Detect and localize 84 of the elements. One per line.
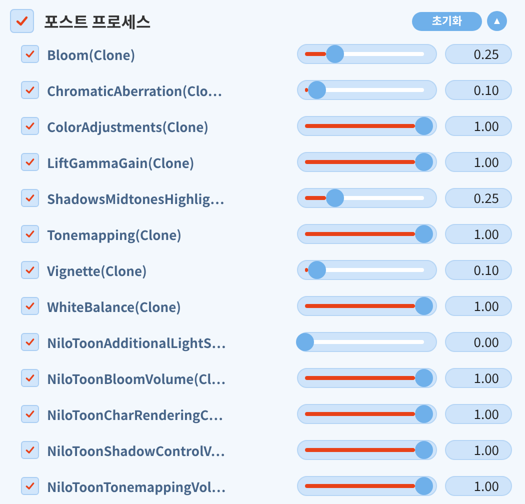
effect-slider[interactable]: [297, 80, 437, 100]
effect-checkbox[interactable]: [21, 477, 39, 495]
section-checkbox[interactable]: [10, 9, 34, 33]
value-field[interactable]: 0.10: [445, 260, 512, 280]
slider-thumb[interactable]: [415, 153, 433, 171]
effect-checkbox[interactable]: [21, 153, 39, 171]
slider-fill: [305, 268, 308, 272]
effect-slider[interactable]: [297, 152, 437, 172]
slider-thumb[interactable]: [415, 369, 433, 387]
effect-slider[interactable]: [297, 440, 437, 460]
effect-name: NiloToonCharRenderingC…: [47, 404, 224, 424]
effect-name: Vignette(Clone): [47, 260, 148, 280]
slider-thumb[interactable]: [415, 225, 433, 243]
effect-name: NiloToonTonemappingVol…: [47, 476, 227, 496]
effect-name: LiftGammaGain(Clone): [47, 152, 196, 172]
checkmark-icon: [24, 408, 36, 420]
slider-thumb[interactable]: [415, 117, 433, 135]
effect-checkbox[interactable]: [21, 225, 39, 243]
value-field[interactable]: 1.00: [445, 116, 512, 136]
effect-checkbox[interactable]: [21, 189, 39, 207]
slider-fill: [305, 196, 326, 200]
checkmark-icon: [24, 192, 36, 204]
effect-name: WhiteBalance(Clone): [47, 296, 182, 316]
effect-name: ColorAdjustments(Clone): [47, 116, 210, 136]
effect-slider[interactable]: [297, 224, 437, 244]
checkmark-icon: [24, 48, 36, 60]
effect-checkbox[interactable]: [21, 117, 39, 135]
slider-thumb[interactable]: [308, 261, 326, 279]
effect-name: ChromaticAberration(Clo…: [47, 80, 224, 100]
effect-slider[interactable]: [297, 332, 437, 352]
slider-thumb[interactable]: [415, 297, 433, 315]
value-field[interactable]: 0.00: [445, 332, 512, 352]
effect-slider[interactable]: [297, 476, 437, 496]
effect-checkbox[interactable]: [21, 261, 39, 279]
effect-name: NiloToonShadowControlV…: [47, 440, 226, 460]
slider-thumb[interactable]: [308, 81, 326, 99]
effect-name: NiloToonBloomVolume(Cl…: [47, 368, 227, 388]
value-field[interactable]: 0.25: [445, 44, 512, 64]
slider-thumb[interactable]: [415, 405, 433, 423]
checkmark-icon: [24, 120, 36, 132]
slider-fill: [305, 52, 326, 56]
value-field[interactable]: 1.00: [445, 152, 512, 172]
slider-thumb[interactable]: [326, 45, 344, 63]
value-field[interactable]: 0.25: [445, 188, 512, 208]
slider-thumb[interactable]: [296, 333, 314, 351]
slider-fill: [305, 88, 308, 92]
value-field[interactable]: 0.10: [445, 80, 512, 100]
checkmark-icon: [24, 444, 36, 456]
checkmark-icon: [24, 228, 36, 240]
effect-name: NiloToonAdditionalLightS…: [47, 332, 227, 352]
effect-slider[interactable]: [297, 260, 437, 280]
effect-slider[interactable]: [297, 44, 437, 64]
checkmark-icon: [24, 300, 36, 312]
checkmark-icon: [24, 156, 36, 168]
effect-checkbox[interactable]: [21, 441, 39, 459]
value-field[interactable]: 1.00: [445, 404, 512, 424]
effect-checkbox[interactable]: [21, 333, 39, 351]
value-field[interactable]: 1.00: [445, 368, 512, 388]
effect-name: Tonemapping(Clone): [47, 224, 183, 244]
checkmark-icon: [24, 336, 36, 348]
effect-checkbox[interactable]: [21, 369, 39, 387]
effect-checkbox[interactable]: [21, 405, 39, 423]
effect-slider[interactable]: [297, 296, 437, 316]
effect-checkbox[interactable]: [21, 81, 39, 99]
checkmark-icon: [24, 264, 36, 276]
effect-name: Bloom(Clone): [47, 44, 136, 64]
value-field[interactable]: 1.00: [445, 476, 512, 496]
checkmark-icon: [24, 372, 36, 384]
section-title: 포스트 프로세스: [44, 9, 152, 33]
value-field[interactable]: 1.00: [445, 296, 512, 316]
effect-checkbox[interactable]: [21, 45, 39, 63]
slider-thumb[interactable]: [415, 477, 433, 495]
checkmark-icon: [24, 84, 36, 96]
effect-slider[interactable]: [297, 404, 437, 424]
checkmark-icon: [24, 480, 36, 492]
effect-name: ShadowsMidtonesHighlig…: [47, 188, 226, 208]
slider-thumb[interactable]: [415, 441, 433, 459]
value-field[interactable]: 1.00: [445, 224, 512, 244]
value-field[interactable]: 1.00: [445, 440, 512, 460]
effect-slider[interactable]: [297, 188, 437, 208]
effect-checkbox[interactable]: [21, 297, 39, 315]
effect-slider[interactable]: [297, 116, 437, 136]
slider-thumb[interactable]: [326, 189, 344, 207]
effect-slider[interactable]: [297, 368, 437, 388]
